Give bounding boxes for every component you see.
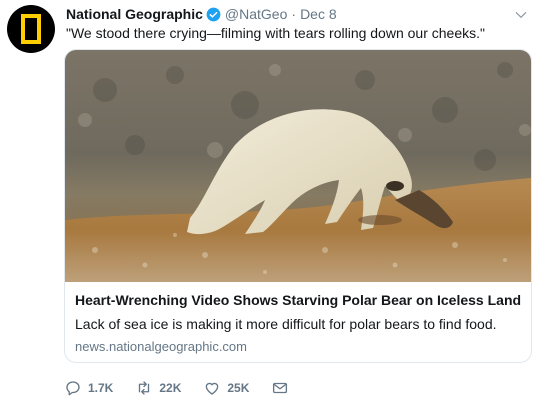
card-title: Heart-Wrenching Video Shows Starving Pol… [75,292,522,308]
tweet-header: National Geographic @NatGeo · Dec 8 [66,5,510,23]
reply-count: 1.7K [88,381,114,395]
card-domain: news.nationalgeographic.com [75,339,247,354]
reply-icon [66,381,80,396]
tweet-date[interactable]: Dec 8 [300,6,337,22]
header-separator: · [291,6,297,22]
card-description: Lack of sea ice is making it more diffic… [75,316,497,332]
link-card[interactable]: Heart-Wrenching Video Shows Starving Pol… [64,49,532,363]
author-handle[interactable]: @NatGeo [225,6,287,22]
like-button[interactable]: 25K [203,379,249,397]
tweet-text: "We stood there crying—filming with tear… [66,25,485,41]
like-count: 25K [227,381,250,395]
avatar[interactable] [7,5,55,53]
direct-message-button[interactable] [271,379,295,397]
chevron-down-icon[interactable] [514,8,528,22]
author-name[interactable]: National Geographic [66,6,203,22]
natgeo-logo-icon [21,14,41,44]
heart-icon [206,382,219,395]
retweet-count: 22K [159,381,182,395]
retweet-icon [139,381,150,395]
envelope-icon [273,382,288,394]
reply-button[interactable]: 1.7K [64,379,113,397]
retweet-button[interactable]: 22K [135,379,181,397]
verified-badge-icon [206,7,221,21]
tweet-actions: 1.7K 22K 25K [64,378,317,398]
polar-bear-image [65,50,531,282]
